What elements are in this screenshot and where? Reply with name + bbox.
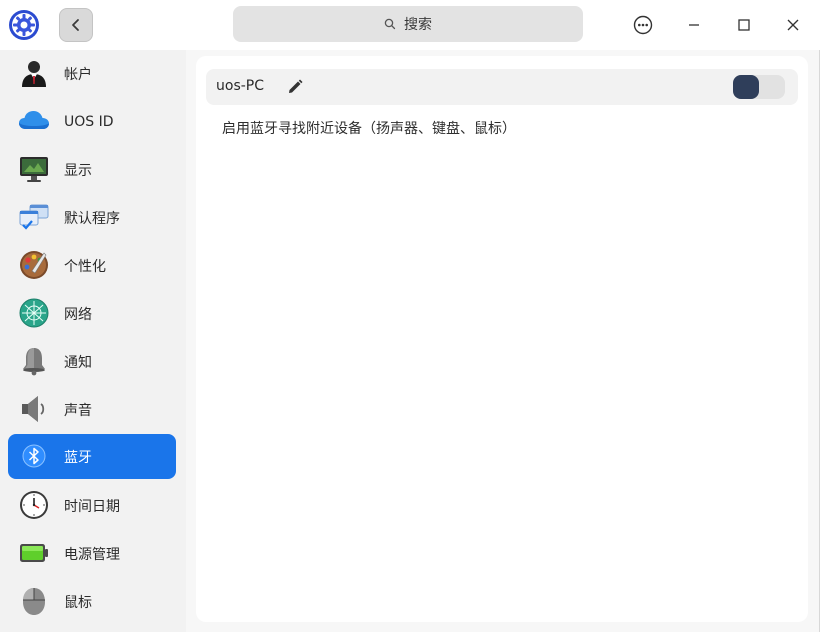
close-icon xyxy=(787,19,799,31)
sidebar-item-label: 时间日期 xyxy=(64,498,120,515)
sidebar: 帐户 UOS ID 显示 默认程序 个性化 网络 通知 声音 蓝牙 时间日期 电… xyxy=(0,50,186,632)
speaker-icon xyxy=(22,396,45,422)
sidebar-item-network[interactable]: 网络 xyxy=(8,291,176,336)
search-icon xyxy=(384,18,396,30)
sidebar-item-default-apps[interactable]: 默认程序 xyxy=(8,195,176,240)
sidebar-item-uos-id[interactable]: UOS ID xyxy=(8,99,176,144)
chevron-left-icon xyxy=(72,19,79,31)
minimize-button[interactable] xyxy=(678,9,710,41)
control-center-logo-icon[interactable] xyxy=(8,9,40,41)
sidebar-item-sound[interactable]: 声音 xyxy=(8,387,176,432)
sidebar-item-label: 通知 xyxy=(64,354,92,371)
close-button[interactable] xyxy=(777,9,809,41)
maximize-button[interactable] xyxy=(728,9,760,41)
sidebar-item-display[interactable]: 显示 xyxy=(8,147,176,192)
account-icon xyxy=(22,61,46,87)
sidebar-item-datetime[interactable]: 时间日期 xyxy=(8,483,176,528)
sidebar-item-account[interactable]: 帐户 xyxy=(8,51,176,96)
edit-pencil-icon[interactable] xyxy=(286,78,304,96)
maximize-icon xyxy=(738,19,750,31)
sidebar-item-label: 电源管理 xyxy=(64,546,120,563)
bluetooth-hint-text: 启用蓝牙寻找附近设备（扬声器、键盘、鼠标） xyxy=(222,121,516,137)
titlebar: 搜索 xyxy=(0,0,820,50)
bluetooth-toggle[interactable] xyxy=(733,75,785,99)
sidebar-item-label: 默认程序 xyxy=(64,210,120,227)
cloud-icon xyxy=(19,111,49,129)
sidebar-item-label: 声音 xyxy=(64,402,92,419)
mouse-icon xyxy=(23,588,45,615)
bluetooth-icon xyxy=(22,444,46,468)
sidebar-item-label: 网络 xyxy=(64,306,92,323)
minimize-icon xyxy=(689,24,699,26)
monitor-icon xyxy=(20,157,48,182)
more-menu-icon xyxy=(633,15,653,35)
sidebar-item-personalization[interactable]: 个性化 xyxy=(8,243,176,288)
device-name: uos-PC xyxy=(216,78,265,94)
sidebar-item-mouse[interactable]: 鼠标 xyxy=(8,579,176,624)
default-apps-icon xyxy=(19,204,49,230)
sidebar-item-notification[interactable]: 通知 xyxy=(8,339,176,384)
sidebar-item-label: 帐户 xyxy=(64,66,92,83)
sidebar-item-label: 蓝牙 xyxy=(64,449,92,466)
sidebar-item-label: 显示 xyxy=(64,162,92,179)
clock-icon xyxy=(20,491,48,519)
palette-icon xyxy=(20,251,48,279)
toggle-knob xyxy=(733,75,759,99)
sidebar-item-power[interactable]: 电源管理 xyxy=(8,531,176,576)
control-center-window: 搜索 帐户 UOS ID 显示 默认程序 个性化 网络 通知 声音 蓝牙 时间日… xyxy=(0,0,820,632)
sidebar-item-label: 个性化 xyxy=(64,258,106,275)
battery-icon xyxy=(20,544,48,562)
sidebar-item-label: UOS ID xyxy=(64,113,114,130)
back-button[interactable] xyxy=(59,8,93,42)
bluetooth-device-row: uos-PC xyxy=(206,69,798,105)
sidebar-item-label: 鼠标 xyxy=(64,594,92,611)
sidebar-item-bluetooth[interactable]: 蓝牙 xyxy=(8,434,176,479)
bell-icon xyxy=(23,348,45,376)
search-input[interactable]: 搜索 xyxy=(233,6,583,42)
bluetooth-panel: uos-PC 启用蓝牙寻找附近设备（扬声器、键盘、鼠标） xyxy=(196,56,808,622)
network-icon xyxy=(19,298,49,328)
main-menu-button[interactable] xyxy=(627,9,659,41)
search-placeholder: 搜索 xyxy=(404,17,432,33)
